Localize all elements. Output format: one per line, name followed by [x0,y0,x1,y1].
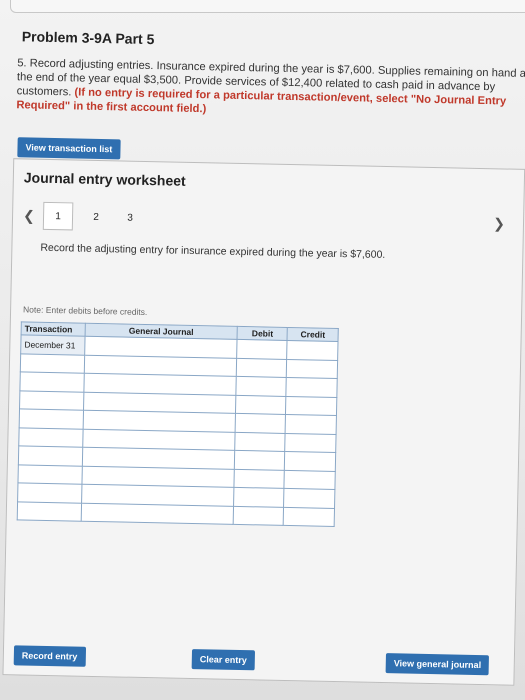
debit-field[interactable] [236,376,287,396]
credit-field[interactable] [286,358,338,379]
transaction-cell [19,371,85,392]
chevron-right-icon[interactable]: ❯ [493,215,505,232]
transaction-cell [18,445,83,466]
journal-body: December 31 [17,334,339,527]
debit-field[interactable] [234,450,286,470]
account-field[interactable] [81,502,234,525]
chevron-left-icon[interactable]: ❮ [23,207,43,224]
debit-field[interactable] [236,357,288,378]
page-3-tab[interactable]: 3 [113,212,147,224]
debit-field[interactable] [233,487,285,507]
transaction-cell [17,464,83,485]
credit-field[interactable] [284,469,336,490]
page-1-tab[interactable]: 1 [42,201,74,231]
credit-field[interactable] [285,414,337,435]
transaction-cell [18,427,83,448]
transaction-cell [17,482,82,503]
debit-header: Debit [237,326,288,341]
page-2-tab[interactable]: 2 [79,211,113,223]
card-edge [10,0,525,13]
transaction-cell [19,390,84,411]
problem-description: 5. Record adjusting entries. Insurance e… [16,56,525,123]
debit-field[interactable] [235,413,286,433]
debit-field[interactable] [236,339,288,359]
credit-field[interactable] [285,432,337,453]
worksheet-title: Journal entry worksheet [23,169,186,189]
credit-header: Credit [287,327,339,342]
problem-page: Problem 3-9A Part 5 5. Record adjusting … [2,28,525,686]
debit-field[interactable] [233,505,284,526]
transaction-cell [17,501,82,522]
problem-title: Problem 3-9A Part 5 [21,28,155,48]
worksheet-instruction: Record the adjusting entry for insurance… [40,241,386,261]
transaction-cell [19,408,84,429]
view-general-journal-button[interactable]: View general journal [385,653,490,676]
transaction-cell: December 31 [20,334,85,355]
screen: Problem 3-9A Part 5 5. Record adjusting … [0,0,525,700]
credit-field[interactable] [284,451,336,471]
debit-field[interactable] [234,431,286,452]
worksheet-note: Note: Enter debits before credits. [23,304,148,318]
worksheet-pagination: ❮ 1 2 3 [23,201,148,232]
record-entry-button[interactable]: Record entry [13,645,86,667]
credit-field[interactable] [283,488,335,508]
journal-entry-worksheet: Journal entry worksheet ❮ 1 2 3 ❯ Record… [2,158,525,686]
debit-field[interactable] [235,394,287,415]
credit-field[interactable] [286,377,338,398]
view-transaction-list-button[interactable]: View transaction list [17,137,121,160]
clear-entry-button[interactable]: Clear entry [191,649,256,671]
credit-field[interactable] [285,395,337,416]
transaction-header: Transaction [21,321,86,337]
credit-field[interactable] [283,506,335,527]
credit-field[interactable] [287,340,339,361]
transaction-cell [20,353,85,374]
journal-table: Transaction General Journal Debit Credit… [16,321,339,527]
worksheet-actions: Record entry Clear entry View general jo… [13,645,494,676]
debit-field[interactable] [234,468,285,489]
